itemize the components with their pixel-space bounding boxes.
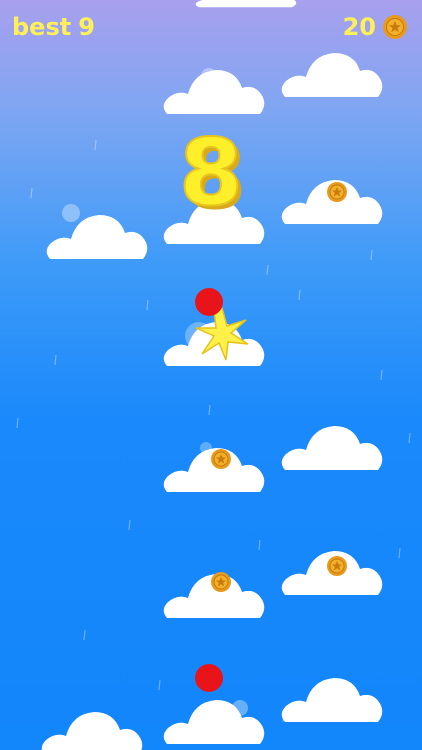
best-label: best <box>12 13 72 41</box>
cloud-platform <box>195 0 297 8</box>
cloud-platform <box>281 426 383 470</box>
cloud-platform <box>163 700 265 744</box>
star-coin-icon <box>210 571 232 593</box>
star-coin-icon <box>383 15 407 39</box>
cloud-platform <box>163 70 265 114</box>
best-score: best 9 <box>12 12 95 42</box>
star-coin-icon <box>210 448 232 470</box>
current-score: 8 <box>178 118 244 227</box>
cloud-platform <box>281 678 383 722</box>
player-ball <box>195 288 223 316</box>
coin-counter: 20 <box>343 12 408 42</box>
cloud-platforms <box>41 0 383 750</box>
coin-count: 20 <box>342 13 376 41</box>
star-coin-icon <box>326 555 348 577</box>
enemy-ball <box>195 664 223 692</box>
game-screen[interactable]: best 9 20 8 <box>0 0 422 750</box>
game-scene[interactable] <box>0 0 422 750</box>
best-value: 9 <box>78 13 95 41</box>
cloud-platform <box>41 712 143 750</box>
cloud-platform <box>281 53 383 97</box>
